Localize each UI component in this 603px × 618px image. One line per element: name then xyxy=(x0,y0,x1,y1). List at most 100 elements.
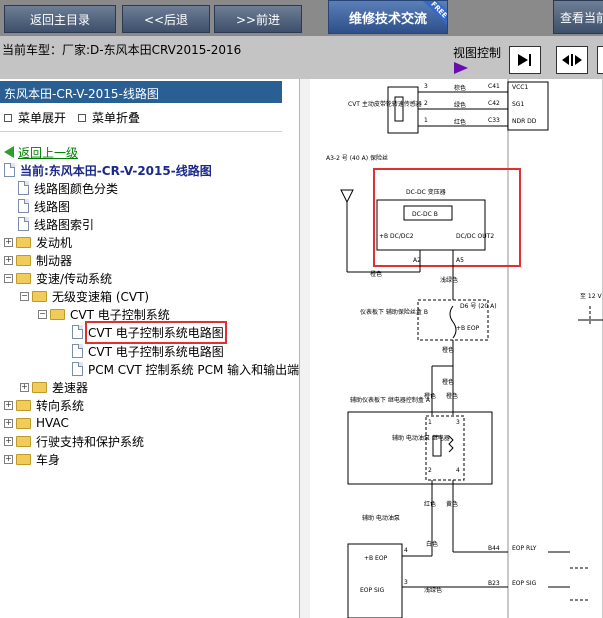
back-arrow-icon xyxy=(4,146,14,158)
tree-item-label: CVT 电子控制系统 xyxy=(70,307,170,322)
view-more-button[interactable] xyxy=(597,46,603,74)
terminal-label: NDR DD xyxy=(512,118,537,125)
tree-item-cvt-ecs-diagram-selected[interactable]: CVT 电子控制系统电路图 xyxy=(72,320,227,344)
tree-item-label: 差速器 xyxy=(52,380,89,395)
connector-label: C33 xyxy=(488,117,500,124)
tree-item-cvt[interactable]: − 无级变速箱 (CVT) xyxy=(20,287,149,305)
terminal-label: EOP RLY xyxy=(512,545,537,552)
home-button[interactable]: 返回主目录 xyxy=(4,5,116,33)
wiring-diagram-view[interactable]: CVT 主动皮带轮转速传感器 3 2 1 棕色 绿色 红色 C41 C42 C3… xyxy=(310,79,603,618)
repair-tech-exchange-label: 维修技术交流 xyxy=(348,11,427,27)
tree-item-hvac[interactable]: + HVAC xyxy=(4,414,69,432)
tree-item-label: 线路图颜色分类 xyxy=(34,181,119,196)
pin-label: 2 xyxy=(424,100,428,107)
tree-item-brakes[interactable]: + 制动器 xyxy=(4,251,72,269)
expand-plus-icon[interactable]: + xyxy=(4,255,13,265)
menu-collapse-button[interactable]: 菜单折叠 xyxy=(78,109,140,126)
expand-plus-icon[interactable]: + xyxy=(4,454,13,464)
terminal-label: +B DC/DC2 xyxy=(379,233,414,240)
collapse-minus-icon[interactable]: − xyxy=(4,273,13,283)
pump-label: 辅助 电动油泵 xyxy=(362,514,400,522)
pin-label: 1 xyxy=(428,419,432,426)
menu-collapse-label: 菜单折叠 xyxy=(92,111,141,125)
tree-item-cvt-ecs-diagram-2[interactable]: CVT 电子控制系统电路图 xyxy=(72,342,224,360)
page-icon xyxy=(4,163,15,177)
tree-item-label: 制动器 xyxy=(36,253,73,268)
tree-item-steering[interactable]: + 转向系统 xyxy=(4,396,84,414)
tree-item-wiring-index[interactable]: 线路图索引 xyxy=(18,215,94,233)
collapse-minus-icon[interactable]: − xyxy=(38,309,47,319)
wire-color-label: 红色 xyxy=(424,500,436,508)
tree-item-label: 车身 xyxy=(36,452,61,467)
tree-item-body[interactable]: + 车身 xyxy=(4,450,60,468)
up-level-link[interactable]: 返回上一级 xyxy=(4,143,78,161)
view-current-button[interactable]: 查看当前 xyxy=(553,0,603,34)
tree-item-label: CVT 电子控制系统电路图 xyxy=(88,344,224,359)
current-node: 当前:东风本田-CR-V-2015-线路图 xyxy=(4,161,212,179)
folder-open-icon xyxy=(32,290,47,302)
fuse-box-label: 仪表板下 辅助保险丝盒 B xyxy=(360,308,428,316)
wire-color-label: 橙色 xyxy=(370,270,382,278)
view-next-button[interactable] xyxy=(509,46,541,74)
folder-icon xyxy=(16,399,31,411)
fit-width-icon xyxy=(562,54,582,66)
collapse-minus-icon[interactable]: − xyxy=(20,291,29,301)
page-icon xyxy=(72,325,83,339)
tree-item-label: 线路图索引 xyxy=(34,217,95,232)
pin-label: 4 xyxy=(404,547,408,554)
expand-plus-icon[interactable]: + xyxy=(20,382,29,392)
expand-plus-icon[interactable]: + xyxy=(4,237,13,247)
tree-item-driving-support[interactable]: + 行驶支持和保护系统 xyxy=(4,432,144,450)
tree-item-pcm-cvt[interactable]: PCM CVT 控制系统 PCM 输入和输出端 xyxy=(72,360,299,378)
terminal-label: VCC1 xyxy=(512,84,528,91)
current-model-text: 当前车型：厂家:D-东风本田CRV2015-2016 xyxy=(2,43,242,57)
divider xyxy=(0,131,282,132)
menu-expand-button[interactable]: 菜单展开 xyxy=(4,109,66,126)
folder-icon xyxy=(16,417,31,429)
top-toolbar: 返回主目录 <<后退 >>前进 维修技术交流 FREE 查看当前 xyxy=(0,0,603,36)
tree-item-label: 行驶支持和保护系统 xyxy=(36,434,145,449)
pin-label: 2 xyxy=(428,467,432,474)
collapse-icon xyxy=(78,113,86,122)
expand-plus-icon[interactable]: + xyxy=(4,418,13,428)
repair-tech-exchange-button[interactable]: 维修技术交流 FREE xyxy=(328,0,448,34)
folder-open-icon xyxy=(16,272,31,284)
page-icon xyxy=(72,344,83,358)
wire-color-label: 棕色 xyxy=(454,84,466,92)
wire-color-label: 橙色 xyxy=(442,346,454,354)
tree-item-differential[interactable]: + 差速器 xyxy=(20,378,88,396)
pin-label: 4 xyxy=(456,467,460,474)
fuse-label: D6 号 (20 A) xyxy=(460,303,497,310)
panel-splitter[interactable] xyxy=(300,79,310,618)
wire-color-label: 浅绿色 xyxy=(440,276,458,284)
connector-label: C41 xyxy=(488,83,500,90)
view-fit-button[interactable] xyxy=(556,46,588,74)
back-button[interactable]: <<后退 xyxy=(122,5,210,33)
tree-item-cvt-ecs[interactable]: − CVT 电子控制系统 xyxy=(38,305,170,323)
folder-icon xyxy=(16,435,31,447)
connector-label: C42 xyxy=(488,100,500,107)
page-icon xyxy=(18,217,29,231)
pin-label: A5 xyxy=(456,257,464,264)
play-arrow-icon[interactable] xyxy=(454,62,468,74)
tree-item-color-class[interactable]: 线路图颜色分类 xyxy=(18,179,118,197)
pin-label: A2 xyxy=(413,257,421,264)
pin-label: 1 xyxy=(424,117,428,124)
tree-item-label: 无级变速箱 (CVT) xyxy=(52,289,150,304)
tree-item-label: 发动机 xyxy=(36,235,73,250)
tree-item-label: HVAC xyxy=(36,416,69,430)
wire-color-label: 红色 xyxy=(454,118,466,126)
expand-plus-icon[interactable]: + xyxy=(4,400,13,410)
tree-item-transmission[interactable]: − 变速/传动系统 xyxy=(4,269,112,287)
relay-box-label: 辅助仪表板下 继电器控制盒 A xyxy=(350,396,431,404)
forward-button[interactable]: >>前进 xyxy=(214,5,302,33)
folder-icon xyxy=(32,381,47,393)
tree-item-engine[interactable]: + 发动机 xyxy=(4,233,72,251)
current-node-label: 当前:东风本田-CR-V-2015-线路图 xyxy=(20,163,212,178)
pin-label: 3 xyxy=(456,419,460,426)
tree-item-wiring[interactable]: 线路图 xyxy=(18,197,70,215)
cvt-sensor-label: CVT 主动皮带轮转速传感器 xyxy=(348,100,422,108)
folder-open-icon xyxy=(50,308,65,320)
terminal-label: EOP SIG xyxy=(360,587,385,594)
expand-plus-icon[interactable]: + xyxy=(4,436,13,446)
